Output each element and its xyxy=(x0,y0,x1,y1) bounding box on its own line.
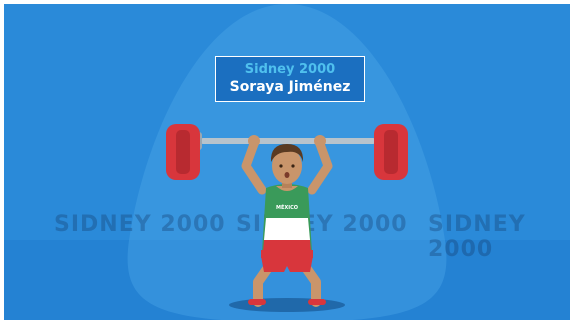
floor-shadow xyxy=(229,298,345,312)
mouth xyxy=(284,172,290,178)
right-weight-plate-inner xyxy=(384,130,398,174)
shorts xyxy=(261,256,313,272)
jersey-white-stripe xyxy=(264,218,310,240)
right-shoe xyxy=(308,299,326,305)
left-hand xyxy=(248,135,260,147)
caption-event: Sidney 2000 xyxy=(244,62,336,77)
barbell-bar xyxy=(200,138,376,144)
athlete-caption: Sidney 2000 Soraya Jiménez xyxy=(215,56,365,102)
left-weight-plate-inner xyxy=(176,130,190,174)
left-arm xyxy=(241,139,267,195)
left-eye xyxy=(279,164,283,168)
left-shoe xyxy=(248,299,266,305)
jersey-label: MÉXICO xyxy=(276,203,298,211)
video-frame: SIDNEY 2000 SIDNEY 2000 SIDNEY 2000 MÉXI… xyxy=(4,4,570,320)
right-hand xyxy=(314,135,326,147)
right-arm xyxy=(307,139,333,195)
caption-athlete-name: Soraya Jiménez xyxy=(229,79,351,95)
right-eye xyxy=(291,164,295,168)
weightlifter-illustration: MÉXICO xyxy=(166,124,408,312)
